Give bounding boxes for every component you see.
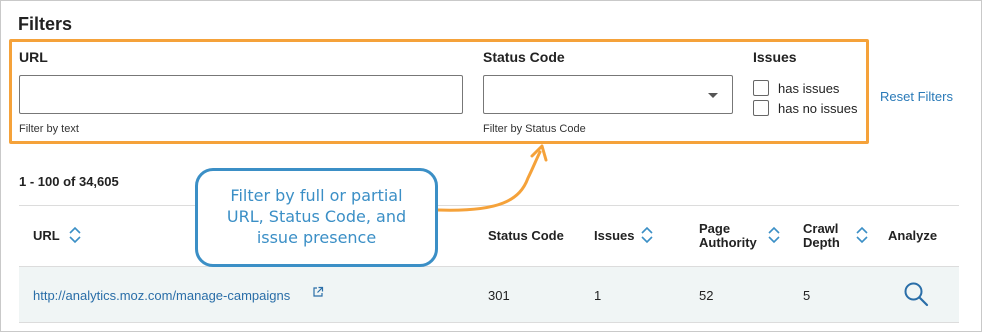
url-filter-input[interactable]: [19, 75, 463, 114]
row-page-authority: 52: [699, 288, 714, 303]
annotation-callout: Filter by full or partial URL, Status Co…: [195, 168, 438, 267]
url-filter-hint: Filter by text: [19, 123, 79, 135]
chevron-down-icon: [708, 93, 718, 98]
column-header-crawl-depth-line2[interactable]: Depth: [803, 236, 840, 249]
sort-icon[interactable]: [640, 225, 654, 245]
url-filter-label: URL: [19, 49, 48, 65]
annotation-callout-text: Filter by full or partial URL, Status Co…: [226, 186, 407, 247]
status-code-filter-label: Status Code: [483, 49, 565, 65]
filters-title: Filters: [18, 14, 73, 34]
issues-filter-label: Issues: [753, 49, 797, 65]
external-link-icon[interactable]: [312, 286, 324, 298]
row-crawl-depth: 5: [803, 288, 811, 303]
column-header-analyze: Analyze: [888, 228, 938, 243]
sort-icon[interactable]: [767, 225, 781, 245]
has-issues-checkbox[interactable]: [753, 80, 769, 96]
has-issues-option[interactable]: has issues: [753, 79, 839, 97]
column-header-page-authority-line2[interactable]: Authority: [699, 236, 757, 249]
column-header-issues[interactable]: Issues: [594, 229, 634, 242]
status-code-select[interactable]: [483, 75, 733, 114]
row-status-code: 301: [488, 288, 510, 303]
status-code-filter-hint: Filter by Status Code: [483, 123, 586, 135]
table-top-border: [19, 205, 959, 206]
has-issues-label[interactable]: has issues: [778, 81, 839, 96]
row-issues: 1: [594, 288, 602, 303]
results-count: 1 - 100 of 34,605: [19, 174, 119, 189]
row-url-link[interactable]: http://analytics.moz.com/manage-campaign…: [33, 288, 290, 303]
has-no-issues-option[interactable]: has no issues: [753, 99, 858, 117]
has-no-issues-checkbox[interactable]: [753, 100, 769, 116]
table-row-border: [19, 322, 959, 323]
search-icon[interactable]: [903, 281, 929, 307]
reset-filters-link[interactable]: Reset Filters: [880, 89, 953, 104]
column-header-crawl-depth-line1[interactable]: Crawl: [803, 222, 838, 235]
column-header-url[interactable]: URL: [33, 229, 60, 242]
has-no-issues-label[interactable]: has no issues: [778, 101, 858, 116]
column-header-page-authority-line1[interactable]: Page: [699, 222, 730, 235]
sort-icon[interactable]: [68, 225, 82, 245]
column-header-status-code[interactable]: Status Code: [488, 229, 564, 242]
sort-icon[interactable]: [855, 225, 869, 245]
